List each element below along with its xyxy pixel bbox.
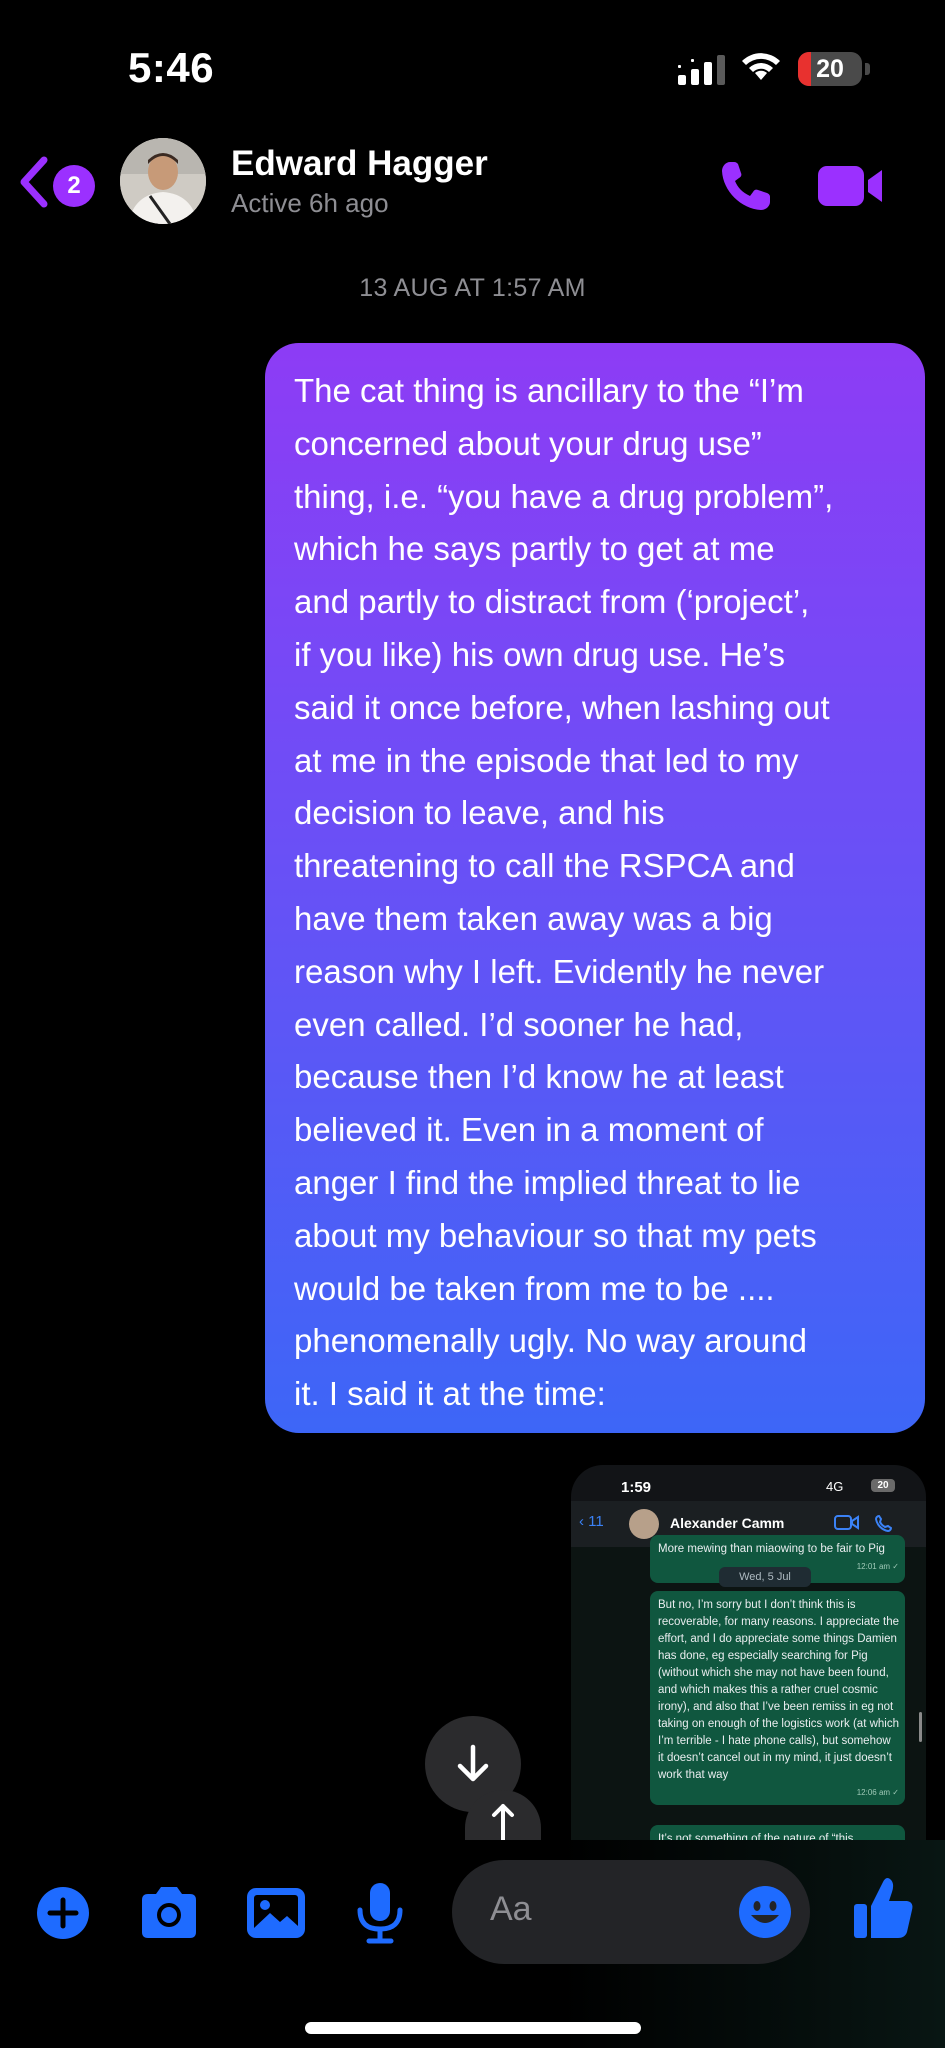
audio-call-button[interactable] xyxy=(716,156,776,216)
thumbs-up-button[interactable] xyxy=(852,1876,916,1942)
status-time: 5:46 xyxy=(128,44,215,91)
gallery-icon xyxy=(247,1888,305,1938)
video-call-button[interactable] xyxy=(816,156,886,216)
emoji-button[interactable] xyxy=(738,1885,792,1939)
cellular-signal-icon xyxy=(678,55,725,85)
phone-icon xyxy=(722,162,770,210)
smiley-icon xyxy=(739,1886,791,1938)
thumbs-up-icon xyxy=(854,1878,913,1938)
attachment-bubble-2-text: But no, I’m sorry but I don’t think this… xyxy=(658,1599,899,1781)
message-composer: Aa xyxy=(0,1840,945,2048)
attachment-contact-name: Alexander Camm xyxy=(670,1515,785,1531)
attachment-back-count: ‹ 11 xyxy=(579,1513,604,1530)
microphone-icon xyxy=(357,1883,403,1944)
plus-icon xyxy=(37,1887,89,1939)
screenshot-attachment[interactable]: 1:59 4G 20 ‹ 11 Alexander Camm More mewi… xyxy=(571,1465,926,1840)
attachment-chat-body: More mewing than miaowing to be fair to … xyxy=(571,1535,926,1840)
camera-icon xyxy=(142,1887,196,1938)
attachment-date-chip: Wed, 5 Jul xyxy=(719,1567,811,1587)
attachment-scrollbar xyxy=(919,1712,922,1742)
attachment-bubble-2-time: 12:06 am ✓ xyxy=(856,1788,899,1797)
status-bar: 5:46 20 xyxy=(0,0,945,130)
camera-button[interactable] xyxy=(136,1880,202,1946)
arrow-down-icon xyxy=(457,1744,489,1782)
message-input-placeholder: Aa xyxy=(490,1890,532,1928)
conversation-header: 2 Edward Hagger Active 6h ago xyxy=(0,130,945,240)
contact-name[interactable]: Edward Hagger xyxy=(231,144,488,184)
home-indicator xyxy=(305,2022,641,2034)
attachment-bubble-3-text: It’s not something of the nature of “thi… xyxy=(658,1833,854,1840)
video-camera-icon xyxy=(818,166,882,206)
attachment-network: 4G xyxy=(826,1479,844,1494)
message-text: The cat thing is ancillary to the “I’m c… xyxy=(294,372,834,1413)
battery-level: 20 xyxy=(816,55,844,83)
battery-indicator: 20 xyxy=(798,52,862,86)
sent-message-bubble[interactable]: The cat thing is ancillary to the “I’m c… xyxy=(265,343,925,1433)
attachment-status-time: 1:59 xyxy=(621,1479,652,1496)
gallery-button[interactable] xyxy=(243,1880,309,1946)
contact-avatar[interactable] xyxy=(120,138,206,224)
attachment-back-count-text: 11 xyxy=(588,1513,604,1530)
back-button[interactable]: 2 xyxy=(16,150,100,216)
unread-count-badge: 2 xyxy=(53,165,95,207)
attachment-bubble-2: But no, I’m sorry but I don’t think this… xyxy=(650,1591,905,1805)
contact-active-status: Active 6h ago xyxy=(231,188,389,218)
attachment-bubble-1-text: More mewing than miaowing to be fair to … xyxy=(658,1543,885,1555)
wifi-icon xyxy=(742,53,780,80)
message-timestamp: 13 AUG AT 1:57 AM xyxy=(359,274,586,302)
attachment-battery: 20 xyxy=(871,1479,895,1492)
battery-nub xyxy=(865,63,870,75)
avatar-photo-icon xyxy=(120,138,206,224)
chevron-left-icon xyxy=(20,156,48,208)
voice-message-button[interactable] xyxy=(347,1880,413,1946)
plus-button[interactable] xyxy=(30,1880,96,1946)
message-input[interactable]: Aa xyxy=(452,1860,810,1964)
attachment-call-icons xyxy=(834,1514,893,1533)
attachment-bubble-3: It’s not something of the nature of “thi… xyxy=(650,1825,905,1840)
